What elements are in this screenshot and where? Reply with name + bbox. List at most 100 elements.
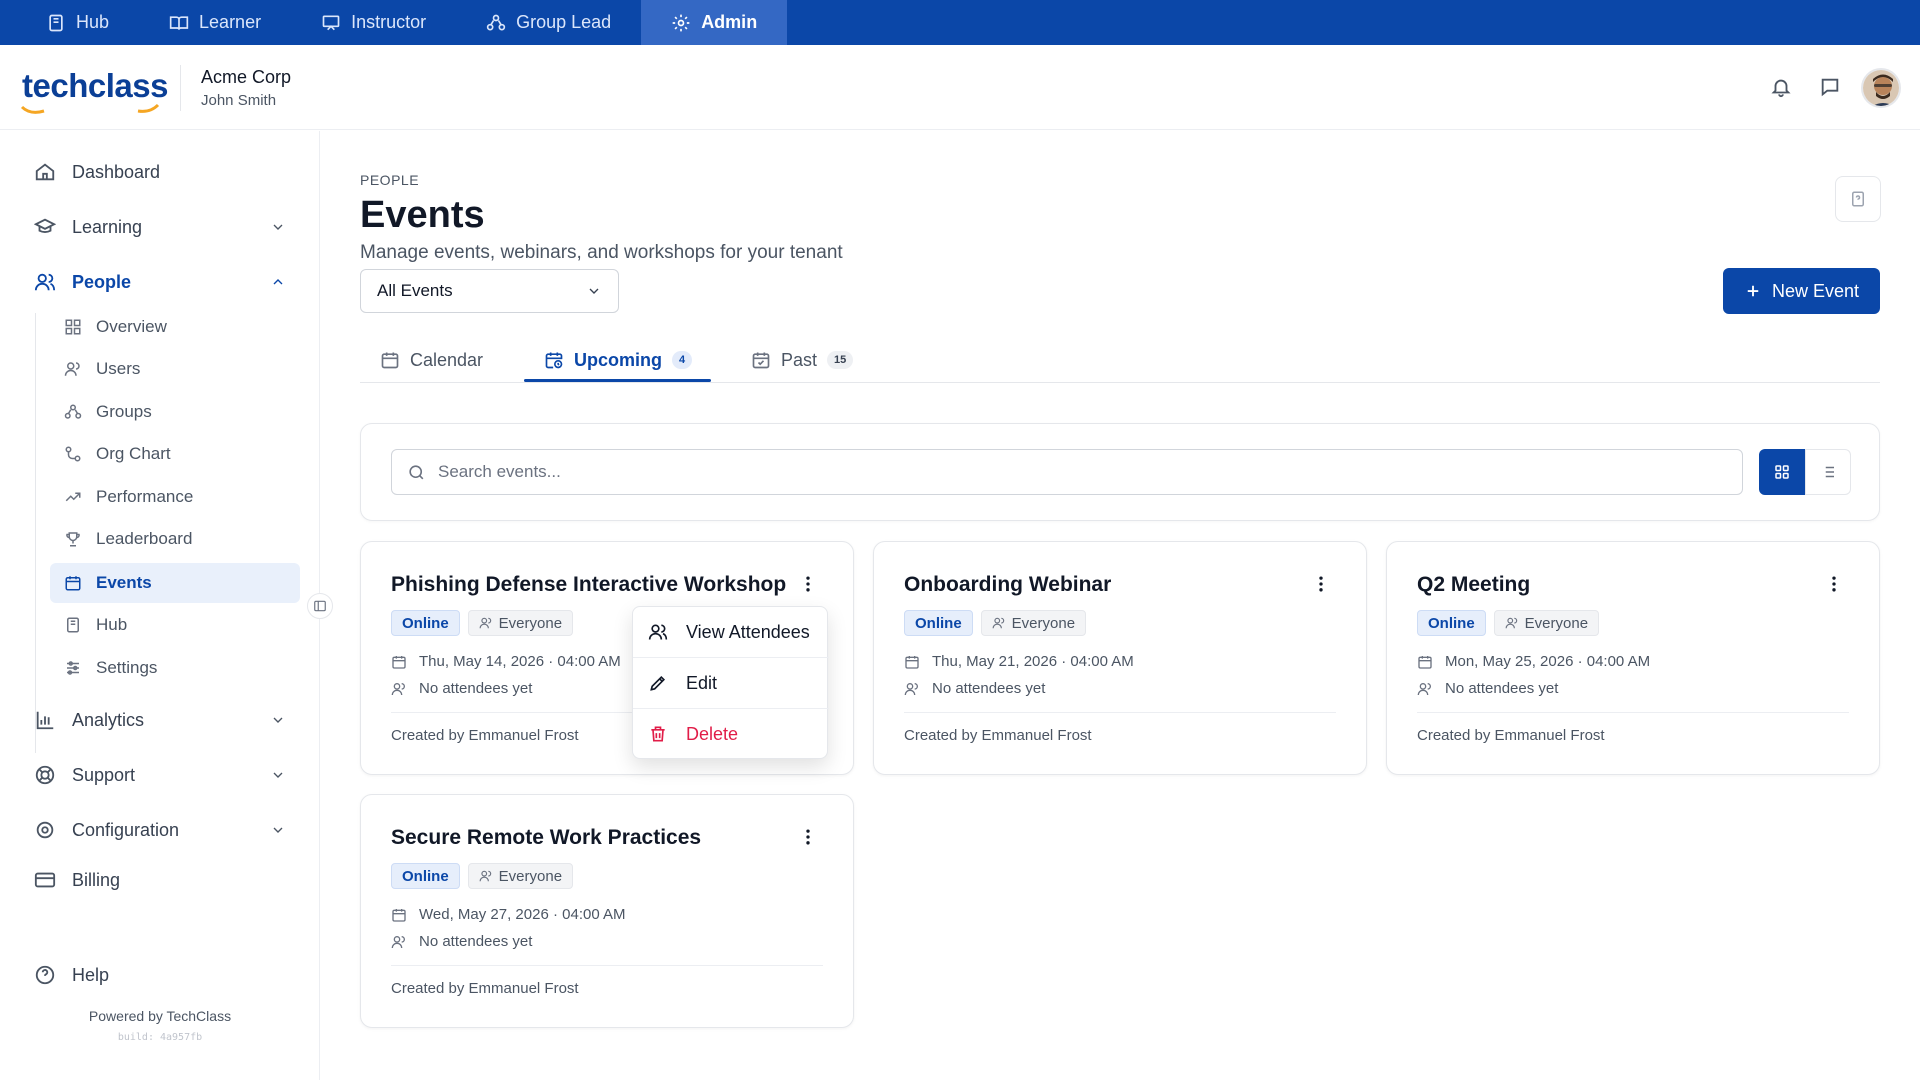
chevron-up-icon — [273, 279, 283, 285]
sidebar-item-overview[interactable]: Overview — [50, 307, 300, 347]
sidebar-item-org-chart[interactable]: Org Chart — [50, 434, 300, 474]
sidebar-item-support[interactable]: Support — [34, 764, 284, 786]
filter-value: All Events — [377, 281, 453, 300]
users-icon — [391, 682, 405, 695]
more-vertical-icon[interactable] — [1824, 574, 1844, 594]
card-divider — [1417, 712, 1849, 713]
grid-icon — [1775, 465, 1789, 479]
role-tab-admin[interactable]: Admin — [641, 0, 788, 45]
sidebar-item-label: Support — [72, 764, 136, 785]
calendar-icon — [65, 576, 81, 591]
help-doc-button[interactable] — [1835, 176, 1881, 222]
mode-badge: Online — [1417, 610, 1486, 636]
tab-calendar[interactable]: Calendar — [380, 338, 483, 382]
sidebar-collapse-button[interactable] — [307, 593, 333, 619]
lifebuoy-icon — [35, 765, 55, 785]
chevron-down-icon — [273, 224, 283, 230]
techclass-logo[interactable]: techclass — [22, 67, 168, 105]
event-title: Phishing Defense Interactive Workshop — [391, 573, 787, 596]
event-badges: Online Everyone — [904, 610, 1087, 636]
sidebar-item-learning[interactable]: Learning — [34, 216, 284, 238]
more-vertical-icon[interactable] — [798, 574, 818, 594]
chevron-down-icon — [589, 288, 599, 294]
role-tab-hub[interactable]: Hub — [16, 0, 139, 45]
gear-icon — [672, 14, 690, 31]
event-card[interactable]: Secure Remote Work Practices Online Ever… — [360, 794, 854, 1028]
more-vertical-icon[interactable] — [798, 827, 818, 847]
sidebar-item-events[interactable]: Events — [50, 563, 300, 603]
event-date: Mon, May 25, 2026 · 04:00 AM — [1417, 653, 1650, 670]
event-title: Q2 Meeting — [1417, 573, 1531, 596]
role-tab-learner[interactable]: Learner — [139, 0, 291, 45]
sidebar-item-help[interactable]: Help — [34, 964, 284, 986]
role-tab-instructor[interactable]: Instructor — [291, 0, 456, 45]
card-divider — [904, 712, 1336, 713]
users-icon — [479, 617, 491, 629]
avatar[interactable] — [1861, 68, 1901, 108]
bell-icon[interactable] — [1770, 76, 1792, 98]
sidebar-item-label: People — [72, 271, 132, 292]
attendees-text: No attendees yet — [419, 680, 533, 697]
delete-menu-item[interactable]: Delete — [633, 709, 829, 759]
tab-upcoming[interactable]: Upcoming 4 — [544, 338, 693, 382]
event-title: Secure Remote Work Practices — [391, 826, 702, 849]
book-icon — [67, 617, 79, 633]
sidebar-item-label: Users — [96, 359, 141, 378]
user-name: John Smith — [201, 92, 277, 109]
role-tab-label: Instructor — [351, 12, 427, 32]
sidebar-item-hub[interactable]: Hub — [50, 605, 300, 645]
sidebar-item-groups[interactable]: Groups — [50, 392, 300, 432]
mode-badge: Online — [904, 610, 973, 636]
event-card[interactable]: Q2 Meeting Online Everyone Mon, May 25, … — [1386, 541, 1880, 775]
role-switcher-bar: Hub Learner Instructor Group Lead Admin — [0, 0, 1920, 45]
sidebar-item-billing[interactable]: Billing — [34, 869, 284, 891]
calendar-icon — [392, 655, 406, 669]
sidebar-item-people[interactable]: People — [34, 271, 284, 293]
grid-icon — [65, 319, 81, 335]
sidebar-item-dashboard[interactable]: Dashboard — [34, 161, 284, 183]
event-attendees: No attendees yet — [391, 680, 532, 697]
sidebar-item-label: Leaderboard — [96, 529, 193, 548]
sidebar-item-label: Help — [72, 964, 110, 985]
new-event-button[interactable]: New Event — [1723, 268, 1880, 314]
search-box[interactable] — [391, 449, 1743, 495]
chat-icon[interactable] — [1819, 76, 1841, 98]
more-vertical-icon[interactable] — [1311, 574, 1331, 594]
event-card[interactable]: Onboarding Webinar Online Everyone Thu, … — [873, 541, 1367, 775]
header-divider — [180, 65, 181, 111]
sidebar-item-configuration[interactable]: Configuration — [34, 819, 284, 841]
sidebar-item-settings[interactable]: Settings — [50, 648, 300, 688]
grid-view-button[interactable] — [1759, 449, 1805, 495]
sidebar-item-performance[interactable]: Performance — [50, 477, 300, 517]
menu-item-label: Delete — [686, 723, 739, 744]
event-datetime: Wed, May 27, 2026 · 04:00 AM — [419, 906, 626, 923]
sidebar-item-label: Events — [96, 573, 152, 592]
role-tab-group-lead[interactable]: Group Lead — [456, 0, 641, 45]
calendar-icon — [1418, 655, 1432, 669]
sidebar-item-leaderboard[interactable]: Leaderboard — [50, 519, 300, 559]
list-view-button[interactable] — [1805, 449, 1851, 495]
attendees-text: No attendees yet — [419, 933, 533, 950]
view-attendees-menu-item[interactable]: View Attendees — [633, 607, 829, 657]
sidebar-item-label: Learning — [72, 216, 143, 237]
tab-past[interactable]: Past 15 — [751, 338, 854, 382]
users-icon — [1505, 617, 1517, 629]
users-icon — [1417, 682, 1431, 695]
sidebar-item-users[interactable]: Users — [50, 349, 300, 389]
tab-label: Calendar — [410, 349, 484, 370]
pencil-icon — [650, 675, 666, 691]
search-input[interactable] — [438, 462, 1688, 482]
submenu-guide-line — [35, 313, 36, 753]
edit-menu-item[interactable]: Edit — [633, 658, 829, 708]
chevron-down-icon — [273, 717, 283, 723]
users-icon — [391, 935, 405, 948]
audience-label: Everyone — [498, 614, 563, 632]
event-date: Thu, May 14, 2026 · 04:00 AM — [391, 653, 621, 670]
group-icon — [486, 14, 506, 30]
list-icon — [1822, 466, 1834, 478]
powered-by: Powered by TechClass — [88, 1008, 232, 1024]
event-filter-select[interactable]: All Events — [360, 269, 619, 313]
sidebar-item-analytics[interactable]: Analytics — [34, 709, 284, 731]
home-icon — [35, 163, 55, 181]
role-tab-label: Learner — [199, 12, 262, 32]
